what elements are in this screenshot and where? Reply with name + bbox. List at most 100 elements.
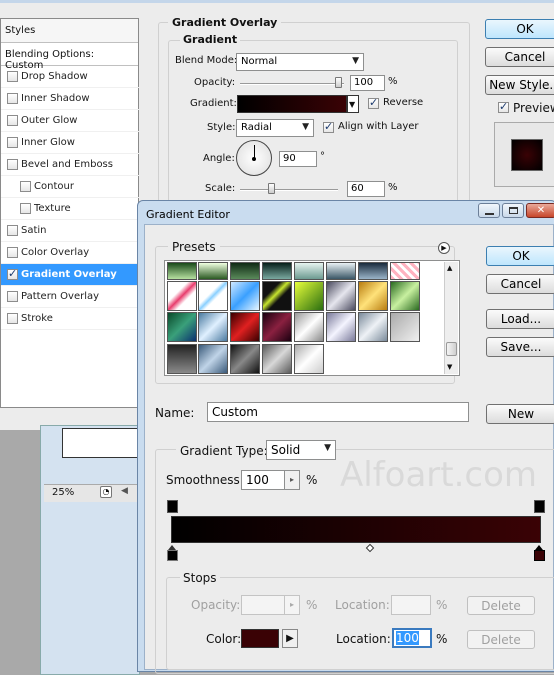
inner-glow-checkbox[interactable] — [7, 137, 18, 148]
stop-color-swatch[interactable] — [241, 629, 279, 648]
opacity-stop-right[interactable] — [534, 500, 545, 513]
scroll-thumb[interactable] — [446, 342, 457, 356]
inner-shadow-checkbox[interactable] — [7, 93, 18, 104]
style-item-inner-glow[interactable]: Inner Glow — [1, 132, 139, 154]
scale-slider[interactable] — [240, 189, 338, 191]
color-stop-right[interactable] — [533, 545, 546, 562]
style-item-contour[interactable]: Contour — [1, 176, 139, 198]
preset-swatch[interactable] — [358, 312, 388, 342]
preset-swatch[interactable] — [294, 281, 324, 311]
style-item-texture[interactable]: Texture — [1, 198, 139, 220]
name-input[interactable]: Custom — [207, 402, 469, 422]
outer-glow-checkbox[interactable] — [7, 115, 18, 126]
load-button[interactable]: Load... — [486, 309, 554, 329]
preset-swatch[interactable] — [294, 262, 324, 280]
preset-swatch[interactable] — [167, 312, 197, 342]
scroll-left-icon[interactable]: ◀ — [121, 486, 128, 496]
new-style-button[interactable]: New Style... — [485, 75, 554, 95]
layer-style-cancel-button[interactable]: Cancel — [485, 47, 554, 67]
blend-mode-select[interactable]: Normal — [236, 53, 364, 71]
preset-swatch[interactable] — [230, 312, 260, 342]
maximize-button[interactable] — [502, 203, 524, 218]
style-item-bevel-emboss[interactable]: Bevel and Emboss — [1, 154, 139, 176]
style-item-drop-shadow[interactable]: Drop Shadow — [1, 66, 139, 88]
stop-color-menu-button[interactable]: ▶ — [282, 629, 298, 648]
smoothness-stepper[interactable]: ▸ — [284, 470, 300, 490]
preset-swatch[interactable] — [198, 262, 228, 280]
preset-swatch[interactable] — [262, 262, 292, 280]
preset-swatch[interactable] — [230, 344, 260, 374]
bevel-emboss-checkbox[interactable] — [7, 159, 18, 170]
new-gradient-button[interactable]: New — [486, 404, 554, 424]
stop-color-location-input[interactable]: 100 — [392, 628, 432, 648]
opacity-stop-left[interactable] — [167, 500, 178, 513]
scale-input[interactable]: 60 — [347, 181, 385, 197]
drop-shadow-checkbox[interactable] — [7, 71, 18, 82]
preview-checkbox[interactable] — [498, 100, 509, 113]
preset-swatch[interactable] — [167, 344, 197, 374]
texture-checkbox[interactable] — [20, 203, 31, 214]
layer-style-ok-button[interactable]: OK — [485, 19, 554, 39]
style-select[interactable]: Radial — [236, 119, 314, 137]
preset-swatch[interactable] — [326, 281, 356, 311]
preset-swatch[interactable] — [262, 312, 292, 342]
preset-swatch[interactable] — [230, 281, 260, 311]
preset-swatch[interactable] — [358, 262, 388, 280]
gradient-type-select[interactable]: Solid — [266, 440, 336, 460]
opacity-slider[interactable] — [240, 83, 344, 85]
close-button[interactable]: ✕ — [526, 203, 554, 218]
contour-checkbox[interactable] — [20, 181, 31, 192]
preset-swatch[interactable] — [167, 262, 197, 280]
gradient-overlay-checkbox[interactable] — [7, 267, 18, 280]
angle-input[interactable]: 90 — [279, 151, 317, 167]
style-item-satin[interactable]: Satin — [1, 220, 139, 242]
stroke-checkbox[interactable] — [7, 313, 18, 324]
satin-checkbox[interactable] — [7, 225, 18, 236]
blending-options-item[interactable]: Blending Options: Custom — [1, 44, 138, 71]
preset-swatch[interactable] — [198, 281, 228, 311]
preset-swatch[interactable] — [390, 312, 420, 342]
preset-swatch[interactable] — [390, 281, 420, 311]
align-with-layer-checkbox[interactable] — [323, 120, 334, 133]
save-button[interactable]: Save... — [486, 337, 554, 357]
style-item-inner-shadow[interactable]: Inner Shadow — [1, 88, 139, 110]
gradient-dropdown[interactable]: ▼ — [347, 95, 359, 113]
preset-swatch[interactable] — [198, 312, 228, 342]
presets-menu-icon[interactable]: ▶ — [438, 242, 450, 254]
preset-swatch[interactable] — [198, 344, 228, 374]
scroll-down-icon[interactable]: ▼ — [447, 363, 452, 371]
preset-swatch[interactable] — [390, 262, 420, 280]
presets-scrollbar[interactable]: ▲ ▼ — [444, 262, 458, 374]
angle-dial[interactable] — [236, 140, 272, 176]
smoothness-input[interactable]: 100 — [241, 470, 286, 490]
gradient-ok-button[interactable]: OK — [486, 246, 554, 266]
style-item-color-overlay[interactable]: Color Overlay — [1, 242, 139, 264]
gradient-cancel-button[interactable]: Cancel — [486, 274, 554, 294]
pattern-overlay-checkbox[interactable] — [7, 291, 18, 302]
scroll-up-icon[interactable]: ▲ — [447, 264, 452, 272]
style-item-stroke[interactable]: Stroke — [1, 308, 139, 330]
status-menu-icon[interactable]: ◔ — [100, 486, 112, 498]
style-item-pattern-overlay[interactable]: Pattern Overlay — [1, 286, 139, 308]
style-item-outer-glow[interactable]: Outer Glow — [1, 110, 139, 132]
color-overlay-checkbox[interactable] — [7, 247, 18, 258]
minimize-button[interactable] — [478, 203, 500, 218]
preset-swatch[interactable] — [326, 262, 356, 280]
color-stop-left[interactable] — [166, 545, 179, 562]
preset-swatch[interactable] — [358, 281, 388, 311]
preset-swatch[interactable] — [167, 281, 197, 311]
gradient-preview[interactable] — [237, 95, 347, 113]
zoom-level[interactable]: 25% — [52, 487, 74, 498]
preset-swatch[interactable] — [294, 312, 324, 342]
preset-swatch[interactable] — [326, 312, 356, 342]
opacity-input[interactable]: 100 — [350, 75, 385, 91]
preset-swatch[interactable] — [262, 344, 292, 374]
gradient-bar[interactable] — [171, 516, 541, 543]
opacity-slider-thumb[interactable] — [335, 77, 342, 88]
scale-slider-thumb[interactable] — [268, 183, 275, 194]
preset-swatch[interactable] — [230, 262, 260, 280]
preset-swatch[interactable] — [294, 344, 324, 374]
reverse-checkbox[interactable] — [368, 96, 379, 109]
styles-header[interactable]: Styles — [1, 19, 138, 43]
preset-swatch[interactable] — [262, 281, 292, 311]
